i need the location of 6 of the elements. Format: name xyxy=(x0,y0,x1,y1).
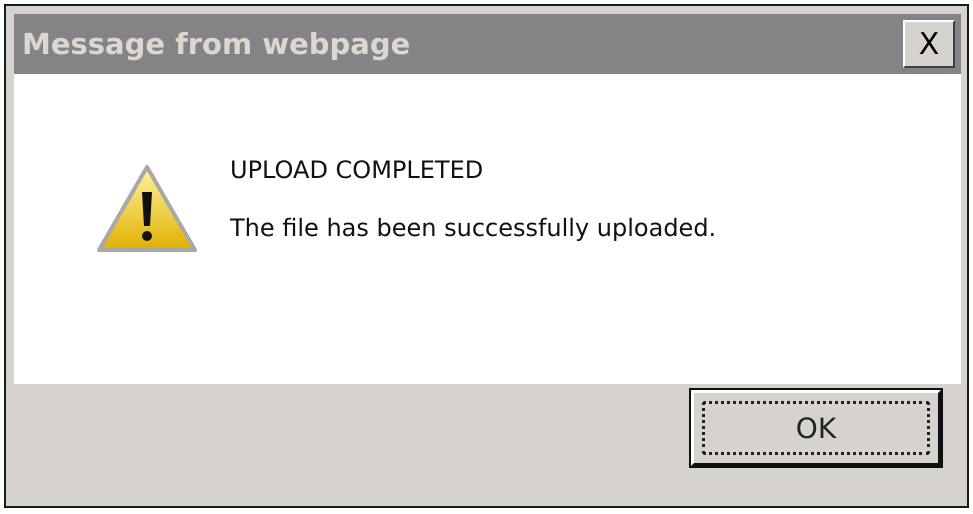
ok-button[interactable]: OK xyxy=(691,390,941,466)
message-text: The file has been successfully uploaded. xyxy=(230,214,716,242)
warning-icon xyxy=(96,164,198,254)
message-heading: UPLOAD COMPLETED xyxy=(230,156,484,184)
close-button[interactable]: X xyxy=(903,20,955,68)
window-title: Message from webpage xyxy=(22,27,410,61)
